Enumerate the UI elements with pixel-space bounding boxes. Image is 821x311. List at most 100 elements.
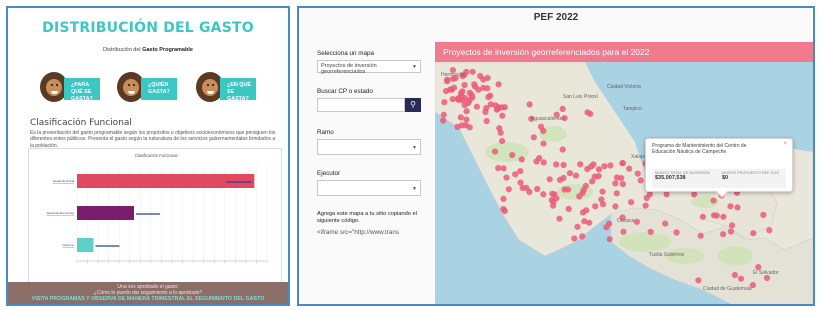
project-marker[interactable] [642,202,649,209]
project-marker[interactable] [560,161,567,169]
project-marker[interactable] [720,213,727,220]
project-marker[interactable] [564,186,572,193]
project-marker[interactable] [697,232,704,239]
project-marker[interactable] [505,186,512,193]
bar[interactable] [77,238,94,252]
project-marker[interactable] [495,164,502,172]
project-marker[interactable] [612,203,619,210]
project-marker[interactable] [512,171,519,178]
bar[interactable] [77,174,255,188]
project-marker[interactable] [565,205,572,212]
project-marker[interactable] [673,229,680,236]
project-marker[interactable] [646,191,653,198]
project-marker[interactable] [546,176,553,183]
project-marker[interactable] [699,213,706,220]
project-marker[interactable] [500,165,507,172]
project-marker[interactable] [450,84,458,91]
project-marker[interactable] [599,188,606,195]
category-label[interactable]: Desarrollo Económico [47,211,75,215]
project-marker[interactable] [579,190,586,197]
project-marker[interactable] [571,235,578,242]
project-marker[interactable] [626,165,633,172]
project-marker[interactable] [440,111,447,118]
project-marker[interactable] [473,103,480,110]
bar[interactable] [77,206,134,220]
project-marker[interactable] [760,211,767,218]
project-marker[interactable] [549,190,556,197]
project-marker[interactable] [603,224,610,231]
project-marker[interactable] [495,81,502,88]
project-marker[interactable] [599,201,607,208]
project-marker[interactable] [517,168,524,175]
project-marker[interactable] [606,236,613,243]
project-marker[interactable] [727,203,734,210]
project-marker[interactable] [449,96,456,103]
project-marker[interactable] [601,163,608,170]
project-marker[interactable] [734,204,741,211]
project-marker[interactable] [581,218,588,225]
ramo-select[interactable]: ▼ [317,139,421,155]
search-input[interactable] [317,98,405,112]
project-marker[interactable] [458,122,465,129]
project-marker[interactable] [637,177,644,184]
project-marker[interactable] [619,160,626,167]
project-marker[interactable] [633,218,640,225]
project-marker[interactable] [491,148,499,155]
project-marker[interactable] [612,180,619,187]
project-marker[interactable] [499,138,506,145]
project-marker[interactable] [584,165,591,173]
project-marker[interactable] [538,123,545,130]
project-marker[interactable] [592,203,599,210]
project-marker[interactable] [518,156,525,163]
project-marker[interactable] [463,116,470,123]
project-marker[interactable] [750,230,757,237]
project-marker[interactable] [519,184,526,191]
para-que-se-gasta-button[interactable]: ¿PARA QUÉ SE GASTA? [38,72,118,106]
project-marker[interactable] [483,118,490,125]
en-que-se-gasta-button[interactable]: ¿EN QUÉ SE GASTA? [194,72,274,106]
project-marker[interactable] [710,197,717,204]
project-marker[interactable] [540,159,547,166]
iframe-code[interactable]: <iframe src="http://www.trans [317,229,421,236]
project-marker[interactable] [466,89,473,96]
project-marker[interactable] [461,81,468,89]
project-marker[interactable] [634,170,641,177]
project-marker[interactable] [536,155,543,162]
project-marker[interactable] [509,152,516,159]
project-marker[interactable] [577,161,584,168]
project-map[interactable]: Proyectos de inversión georreferenciados… [435,42,813,304]
project-marker[interactable] [619,181,626,188]
project-marker[interactable] [526,101,533,108]
project-marker[interactable] [663,191,670,198]
project-marker[interactable] [695,277,702,284]
project-marker[interactable] [498,104,505,111]
project-marker[interactable] [731,271,738,279]
project-marker[interactable] [441,99,448,106]
project-marker[interactable] [559,146,566,153]
project-marker[interactable] [499,112,506,119]
project-marker[interactable] [550,202,557,209]
project-marker[interactable] [579,233,586,240]
project-marker[interactable] [737,275,745,282]
project-marker[interactable] [456,96,463,103]
close-icon[interactable]: × [783,141,787,147]
project-marker[interactable] [534,185,541,193]
project-marker[interactable] [628,199,635,206]
project-marker[interactable] [584,109,591,116]
project-marker[interactable] [458,90,465,97]
ejecutor-select[interactable]: ▼ [317,180,421,196]
project-marker[interactable] [500,195,507,202]
project-marker[interactable] [475,86,482,93]
project-marker[interactable] [559,105,566,112]
project-marker[interactable] [720,231,727,238]
project-marker[interactable] [500,205,507,213]
project-marker[interactable] [440,117,447,124]
project-marker[interactable] [589,178,596,185]
project-marker[interactable] [553,161,560,168]
project-marker[interactable] [517,179,524,186]
category-label[interactable]: Gobierno [62,243,74,247]
project-marker[interactable] [540,140,547,147]
project-marker[interactable] [471,81,478,88]
clasificacion-funcional-chart[interactable]: Clasificación Funcional Desarrollo Social… [28,148,282,288]
project-marker[interactable] [590,161,597,168]
